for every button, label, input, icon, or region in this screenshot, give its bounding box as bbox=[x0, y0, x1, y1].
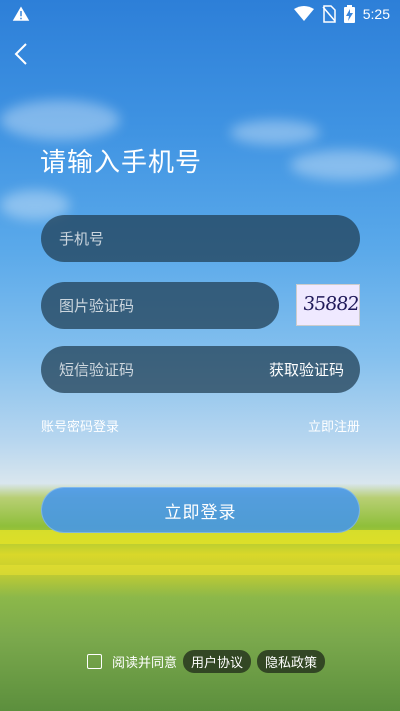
image-code-input[interactable] bbox=[57, 295, 263, 316]
sms-code-field[interactable]: 获取验证码 bbox=[41, 346, 360, 393]
get-code-button[interactable]: 获取验证码 bbox=[269, 359, 344, 380]
privacy-policy-link[interactable]: 隐私政策 bbox=[257, 649, 326, 673]
no-sim-icon bbox=[322, 5, 336, 23]
agreement-text: 阅读并同意 bbox=[112, 655, 178, 671]
cloud bbox=[290, 150, 400, 180]
cloud bbox=[230, 120, 320, 145]
password-login-link[interactable]: 账号密码登录 bbox=[41, 416, 119, 435]
phone-input[interactable] bbox=[57, 228, 344, 249]
page-title: 请输入手机号 bbox=[40, 148, 203, 178]
rapeseed-field bbox=[0, 565, 400, 575]
agreement-row: 阅读并同意 用户协议 隐私政策 bbox=[87, 649, 326, 673]
user-agreement-link[interactable]: 用户协议 bbox=[183, 649, 252, 673]
status-bar: 5:25 bbox=[0, 0, 400, 28]
battery-charging-icon bbox=[343, 5, 355, 23]
image-code-field[interactable] bbox=[41, 282, 279, 329]
captcha-image[interactable]: 35882 bbox=[296, 284, 360, 326]
back-arrow-icon[interactable] bbox=[10, 42, 34, 66]
agree-checkbox[interactable] bbox=[87, 653, 102, 669]
warning-icon bbox=[12, 6, 30, 21]
login-button[interactable]: 立即登录 bbox=[41, 487, 360, 533]
phone-field[interactable] bbox=[41, 215, 360, 262]
register-link[interactable]: 立即注册 bbox=[308, 416, 360, 435]
captcha-text: 35882 bbox=[301, 293, 360, 315]
cloud bbox=[0, 100, 120, 140]
status-time: 5:25 bbox=[362, 6, 390, 22]
sms-code-input[interactable] bbox=[57, 359, 269, 380]
wifi-icon bbox=[293, 6, 314, 21]
